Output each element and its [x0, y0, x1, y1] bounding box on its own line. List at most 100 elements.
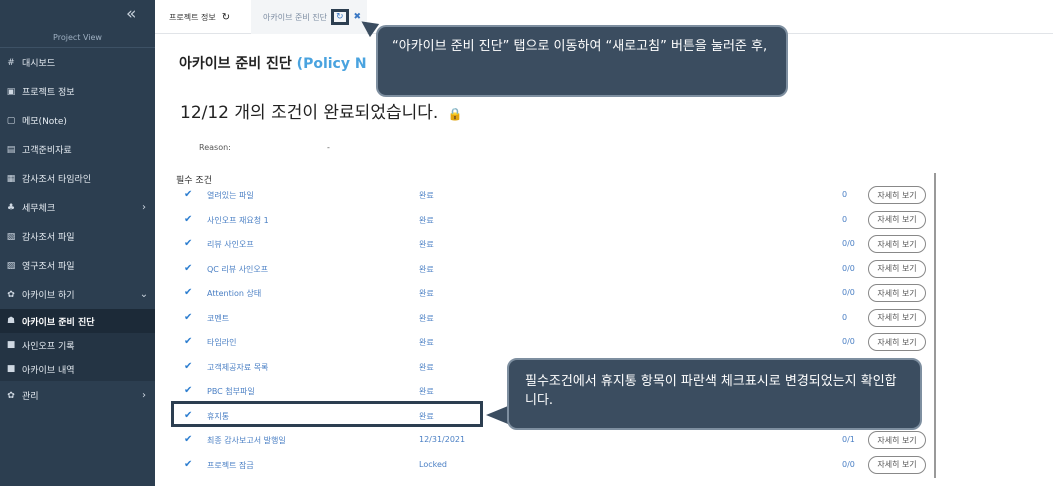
- chevron-down-icon: ⌄: [139, 289, 149, 300]
- sidebar-item-label: 관리: [22, 392, 39, 402]
- sidebar-item-project-info[interactable]: ▣ 프로젝트 정보: [0, 77, 155, 106]
- check-icon: ✔: [184, 189, 193, 200]
- sidebar-item-label: 아카이브 준비 진단: [22, 317, 95, 328]
- condition-status: 12/31/2021: [419, 435, 466, 444]
- tab-project-info[interactable]: 프로젝트 정보 ↻: [169, 0, 230, 34]
- collapse-sidebar-icon[interactable]: «: [126, 4, 136, 24]
- condition-count: 0/1: [842, 435, 855, 444]
- tab-label: 아카이브 준비 진단: [263, 12, 327, 22]
- condition-name: 프로젝트 잠금: [207, 460, 254, 470]
- check-icon: ✔: [184, 434, 193, 445]
- view-detail-button[interactable]: 자세히 보기: [868, 186, 926, 204]
- sidebar-item-note[interactable]: ▢ 메모(Note): [0, 106, 155, 135]
- sidebar-item-tax-check[interactable]: ♣ 세무체크 ›: [0, 193, 155, 222]
- calendar-icon: ▦: [6, 173, 16, 184]
- condition-row: ✔ QC 리뷰 사인오프 완료 0/0 자세히 보기: [176, 258, 932, 282]
- condition-status: Locked: [419, 459, 447, 469]
- condition-count: 0/0: [842, 459, 855, 469]
- permanent-files-icon: ▨: [6, 260, 16, 271]
- status-summary: 12/12 개의 조건이 완료되었습니다. 🔒: [180, 98, 463, 123]
- condition-status: 완료: [419, 191, 434, 200]
- view-detail-button[interactable]: 자세히 보기: [868, 431, 926, 449]
- check-icon: ✔: [184, 336, 193, 347]
- view-detail-button[interactable]: 자세히 보기: [868, 284, 926, 302]
- note-icon: ▢: [6, 115, 16, 126]
- sidebar-item-client-materials[interactable]: ▤ 고객준비자료: [0, 135, 155, 164]
- condition-name: 코멘트: [207, 313, 230, 323]
- sidebar-item-label: 아카이브 하기: [22, 291, 75, 301]
- view-detail-button[interactable]: 자세히 보기: [868, 259, 926, 278]
- condition-name: PBC 첨부파일: [207, 387, 255, 396]
- callout-top: “아카이브 준비 진단” 탭으로 이동하여 “새로고침” 버튼을 눌러준 후,: [376, 25, 788, 97]
- condition-count: 0/0: [842, 263, 855, 273]
- view-detail-button[interactable]: 자세히 보기: [868, 235, 926, 253]
- tab-label: 프로젝트 정보: [169, 12, 216, 22]
- check-icon: ✔: [184, 238, 193, 249]
- gear-icon: ✿: [7, 390, 15, 401]
- condition-row: ✔ 타임라인 완료 0/0 자세히 보기: [176, 331, 932, 355]
- sidebar-item-timeline[interactable]: ▦ 감사조서 타임라인: [0, 164, 155, 193]
- condition-name: 타임라인: [207, 338, 237, 347]
- project-view-label: Project View: [53, 33, 102, 42]
- condition-row: ✔ 열려있는 파일 완료 0 자세히 보기: [176, 184, 932, 208]
- sidebar-item-admin[interactable]: ✿ 관리 ›: [0, 381, 155, 410]
- callout-bottom: 필수조건에서 휴지통 항목이 파란색 체크표시로 변경되었는지 확인합니다.: [507, 358, 922, 430]
- condition-status: 완료: [419, 313, 434, 323]
- dashboard-icon: #: [7, 57, 15, 68]
- chevron-right-icon: ›: [142, 202, 146, 213]
- archive-readiness-icon: ☗: [6, 316, 16, 326]
- check-icon: ✔: [184, 262, 193, 274]
- page-title-text: 아카이브 준비 진단: [179, 56, 292, 72]
- condition-status: 완료: [419, 362, 434, 372]
- condition-count: 0: [842, 190, 848, 199]
- condition-name: 고객제공자료 목록: [207, 362, 269, 372]
- view-detail-button[interactable]: 자세히 보기: [868, 308, 926, 327]
- condition-count: 0/0: [842, 288, 855, 297]
- sidebar-item-label: 고객준비자료: [22, 146, 72, 156]
- check-icon: ✔: [184, 385, 193, 396]
- condition-name: 사인오프 재요청 1: [207, 215, 269, 225]
- sidebar: « Project View # 대시보드 ▣ 프로젝트 정보 ▢ 메모(Not…: [0, 0, 155, 486]
- sidebar-item-label: 감사조서 파일: [22, 233, 75, 243]
- condition-row: ✔ 프로젝트 잠금 Locked 0/0 자세히 보기: [176, 454, 932, 478]
- view-detail-button[interactable]: 자세히 보기: [868, 210, 926, 229]
- sidebar-item-label: 프로젝트 정보: [22, 88, 75, 98]
- refresh-button[interactable]: ↻: [330, 9, 349, 25]
- sidebar-item-dashboard[interactable]: # 대시보드: [0, 48, 155, 77]
- check-icon: ✔: [184, 287, 193, 298]
- callout-arrow-bottom: [486, 406, 508, 424]
- sidebar-item-archive-readiness[interactable]: ☗ 아카이브 준비 진단: [0, 309, 155, 333]
- sidebar-item-label: 사인오프 기록: [22, 341, 75, 352]
- view-detail-button[interactable]: 자세히 보기: [868, 455, 926, 474]
- check-icon: ✔: [184, 311, 193, 323]
- condition-name: Attention 상태: [207, 289, 262, 298]
- tab-archive-readiness[interactable]: 아카이브 준비 진단 ↻ ✖: [251, 0, 368, 34]
- condition-status: 완료: [419, 387, 434, 396]
- close-icon[interactable]: ✖: [354, 12, 362, 22]
- sidebar-item-label: 대시보드: [22, 59, 56, 69]
- scrollbar[interactable]: [934, 173, 936, 478]
- condition-name: QC 리뷰 사인오프: [207, 264, 269, 274]
- view-detail-button[interactable]: 자세히 보기: [868, 333, 926, 351]
- condition-name: 최종 감사보고서 발행일: [207, 436, 286, 445]
- reason-label: Reason:: [199, 143, 231, 152]
- condition-count: 0/0: [842, 337, 855, 346]
- sidebar-item-label: 영구조서 파일: [22, 262, 75, 272]
- sidebar-item-signoff-history[interactable]: ■ 사인오프 기록: [0, 333, 155, 357]
- sidebar-item-archive[interactable]: ✿ 아카이브 하기 ⌄: [0, 280, 155, 309]
- sidebar-item-archive-history[interactable]: ■ 아카이브 내역: [0, 357, 155, 381]
- reason-value: -: [327, 143, 330, 152]
- check-icon: ✔: [184, 458, 193, 470]
- reload-icon[interactable]: ↻: [222, 12, 230, 23]
- sidebar-item-audit-files[interactable]: ▧ 감사조서 파일: [0, 222, 155, 251]
- condition-status: 완료: [419, 264, 434, 274]
- tax-icon: ♣: [6, 202, 16, 213]
- sidebar-item-permanent-files[interactable]: ▨ 영구조서 파일: [0, 251, 155, 280]
- sidebar-item-label: 메모(Note): [22, 117, 67, 127]
- lock-icon: 🔒: [447, 107, 463, 121]
- project-info-icon: ▣: [6, 86, 16, 97]
- condition-row: ✔ 리뷰 사인오프 완료 0/0 자세히 보기: [176, 233, 932, 257]
- condition-row: ✔ 사인오프 재요청 1 완료 0 자세히 보기: [176, 209, 932, 233]
- chevron-right-icon: ›: [142, 390, 146, 401]
- sidebar-item-label: 감사조서 타임라인: [22, 175, 92, 185]
